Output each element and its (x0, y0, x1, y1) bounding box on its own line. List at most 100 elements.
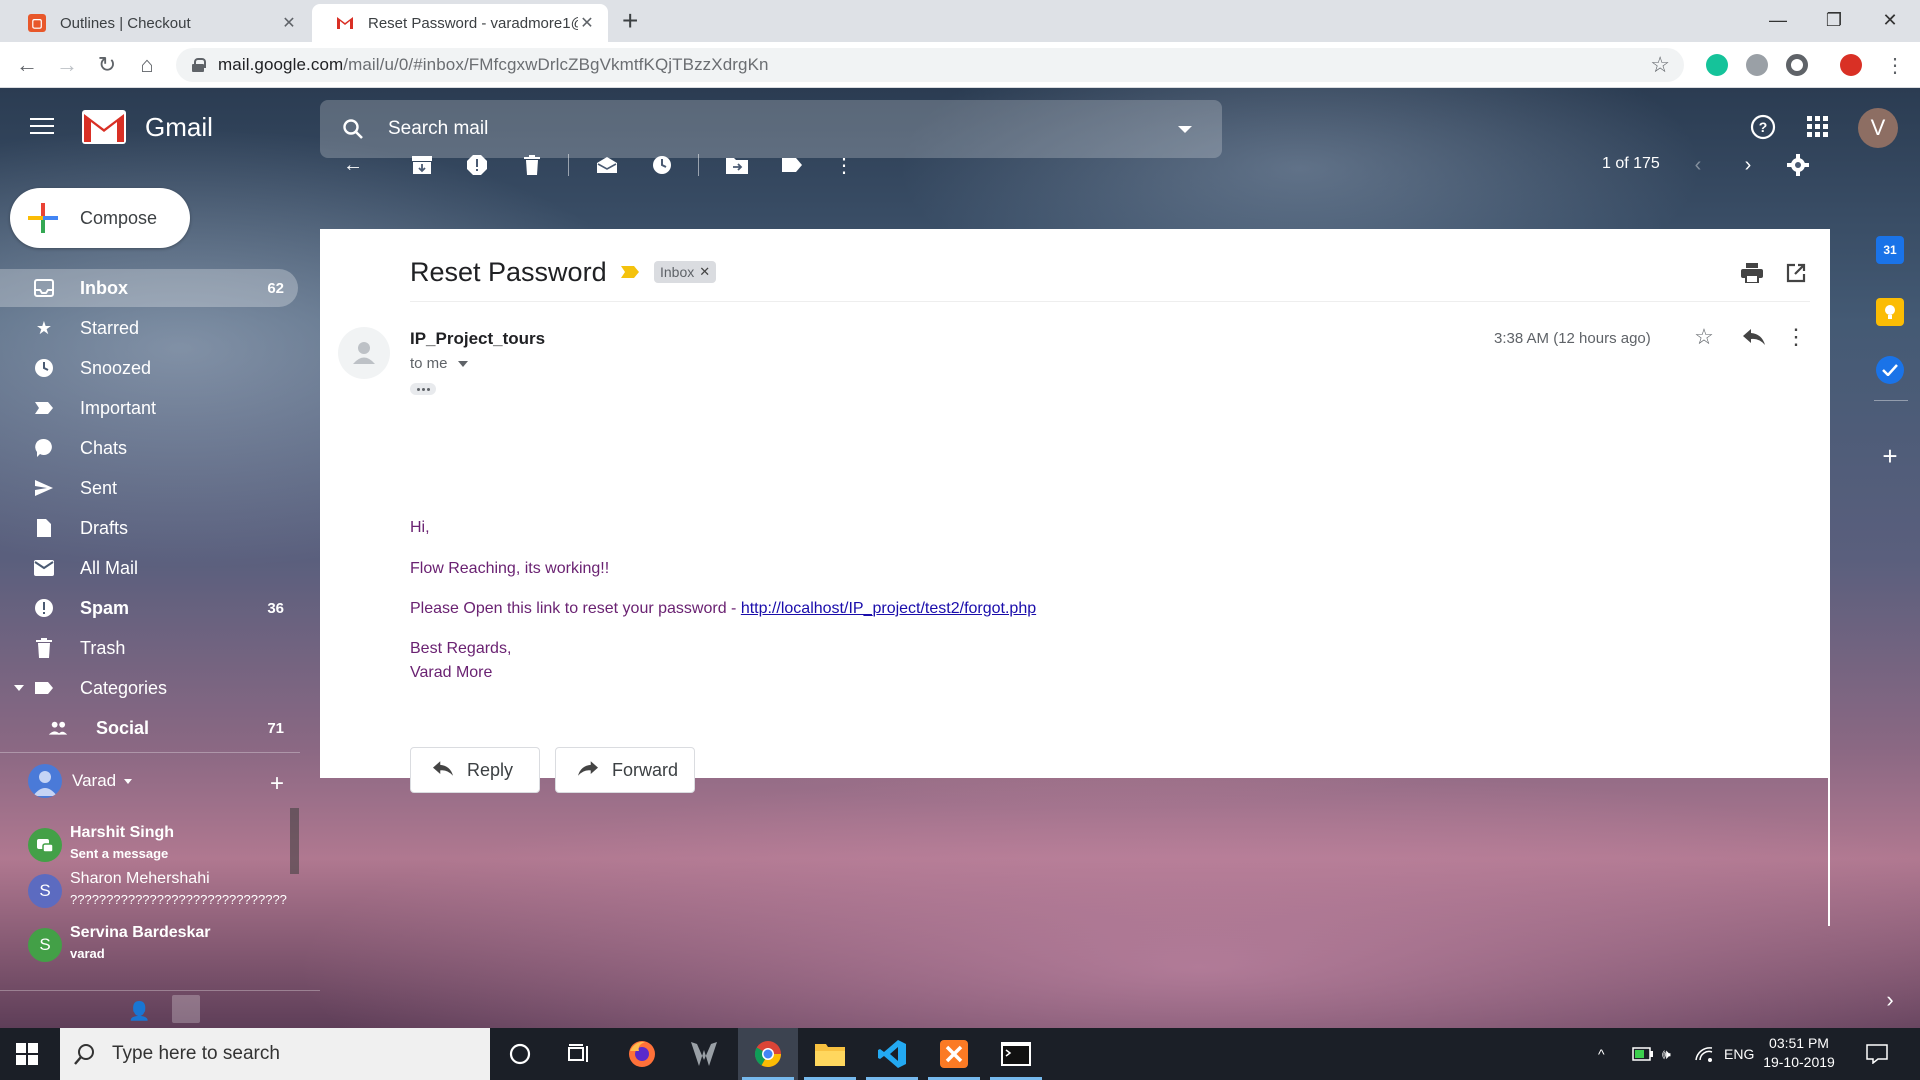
sidebar-item-snoozed[interactable]: Snoozed (0, 349, 298, 387)
expand-caret-icon[interactable] (14, 685, 24, 691)
close-window-button[interactable]: ✕ (1862, 0, 1918, 40)
vscode-icon[interactable] (862, 1028, 922, 1080)
sidebar-item-trash[interactable]: Trash (0, 629, 298, 667)
tab-close-icon[interactable]: ✕ (578, 13, 596, 33)
sidebar-item-sent[interactable]: Sent (0, 469, 298, 507)
input-language[interactable]: ENG (1724, 1028, 1754, 1080)
search-icon[interactable] (342, 118, 364, 140)
sidebar-item-social[interactable]: Social 71 (0, 709, 298, 747)
calendar-icon[interactable]: 31 (1876, 236, 1904, 264)
print-icon[interactable] (1738, 259, 1766, 287)
taskbar-search-input[interactable]: Type here to search (112, 1043, 280, 1065)
recipient-details[interactable]: to me (410, 355, 468, 372)
tasks-icon[interactable] (1876, 356, 1904, 384)
reply-button[interactable]: Reply (410, 747, 540, 793)
extension-icon[interactable] (1746, 54, 1768, 76)
older-chevron-icon[interactable]: › (1733, 150, 1763, 180)
grammarly-extension-icon[interactable] (1706, 54, 1728, 76)
search-options-icon[interactable] (1178, 126, 1192, 133)
open-in-new-window-icon[interactable] (1782, 259, 1810, 287)
settings-gear-icon[interactable] (1783, 150, 1813, 180)
reset-password-link[interactable]: http://localhost/IP_project/test2/forgot… (741, 600, 1036, 617)
bookmark-star-icon[interactable]: ☆ (1650, 52, 1670, 78)
battery-icon[interactable] (1632, 1028, 1654, 1080)
get-addons-plus-icon[interactable]: + (1876, 441, 1904, 471)
compose-button[interactable]: Compose (10, 188, 190, 248)
extension-icon[interactable] (1786, 54, 1808, 76)
remove-label-icon[interactable]: ✕ (699, 264, 710, 280)
new-tab-button[interactable]: + (622, 6, 638, 36)
move-to-icon[interactable] (722, 150, 752, 180)
cortana-icon[interactable] (490, 1028, 550, 1080)
reload-button[interactable]: ↻ (92, 50, 122, 80)
hangouts-chat-icon[interactable] (172, 995, 200, 1023)
contact-item[interactable]: S Servina Bardeskar varad (28, 922, 298, 972)
tab-outlines-checkout[interactable]: ▢ Outlines | Checkout ✕ (4, 4, 310, 42)
label-icon[interactable] (777, 150, 807, 180)
task-view-icon[interactable] (550, 1028, 610, 1080)
new-conversation-button[interactable]: + (270, 770, 284, 798)
email-scrollbar[interactable] (1828, 778, 1830, 926)
wifi-icon[interactable] (1694, 1028, 1714, 1080)
show-hidden-icons-chevron-icon[interactable]: ^ (1598, 1028, 1605, 1080)
address-bar[interactable]: mail.google.com/mail/u/0/#inbox/FMfcgxwD… (176, 48, 1684, 82)
reply-icon[interactable] (1740, 323, 1768, 351)
browser-menu-icon[interactable]: ⋮ (1880, 50, 1910, 80)
forward-button[interactable]: → (52, 50, 82, 80)
sidebar-item-all-mail[interactable]: All Mail (0, 549, 298, 587)
maximize-button[interactable]: ❐ (1806, 0, 1862, 40)
sidebar-item-categories[interactable]: Categories (0, 669, 298, 707)
archive-icon[interactable] (407, 150, 437, 180)
mark-unread-icon[interactable] (592, 150, 622, 180)
forward-button[interactable]: Forward (555, 747, 695, 793)
snooze-icon[interactable] (647, 150, 677, 180)
profile-extension-icon[interactable] (1840, 54, 1862, 76)
sender-name[interactable]: IP_Project_tours (410, 329, 545, 349)
chrome-taskbar-icon[interactable] (738, 1028, 798, 1080)
file-explorer-icon[interactable] (800, 1028, 860, 1080)
tab-close-icon[interactable]: ✕ (280, 13, 298, 33)
minimize-button[interactable]: — (1750, 0, 1806, 40)
contacts-person-icon[interactable]: 👤 (128, 1001, 150, 1022)
tab-reset-password[interactable]: Reset Password - varadmore1@g ✕ (312, 4, 608, 42)
search-input[interactable]: Search mail (388, 118, 488, 140)
back-button[interactable]: ← (12, 50, 42, 80)
home-button[interactable]: ⌂ (132, 50, 162, 80)
firefox-icon[interactable] (612, 1028, 672, 1080)
apps-grid-icon[interactable] (1803, 112, 1833, 142)
show-trimmed-content-button[interactable] (410, 383, 436, 395)
sidebar-item-chats[interactable]: Chats (0, 429, 298, 467)
expand-panel-chevron-icon[interactable]: › (1876, 986, 1904, 1014)
sidebar-item-important[interactable]: Important (0, 389, 298, 427)
game-launcher-icon[interactable] (674, 1028, 734, 1080)
delete-icon[interactable] (517, 150, 547, 180)
windows-start-icon[interactable] (16, 1043, 38, 1065)
contact-item[interactable]: S Sharon Mehershahi ????????????????????… (28, 868, 298, 918)
sidebar-item-inbox[interactable]: Inbox 62 (0, 269, 298, 307)
gmail-logo-icon[interactable] (82, 110, 126, 144)
sidebar-item-drafts[interactable]: Drafts (0, 509, 298, 547)
terminal-icon[interactable] (986, 1028, 1046, 1080)
contact-item[interactable]: Harshit Singh Sent a message (28, 822, 298, 872)
keep-icon[interactable] (1876, 298, 1904, 326)
xampp-icon[interactable] (924, 1028, 984, 1080)
more-actions-icon[interactable]: ⋮ (1782, 323, 1810, 351)
main-menu-icon[interactable] (30, 118, 54, 136)
account-avatar[interactable]: V (1858, 108, 1898, 148)
sidebar-item-spam[interactable]: Spam 36 (0, 589, 298, 627)
notification-center-icon[interactable] (1866, 1028, 1888, 1080)
sidebar-item-starred[interactable]: ★ Starred (0, 309, 298, 347)
inbox-label-chip[interactable]: Inbox ✕ (654, 261, 717, 283)
volume-icon[interactable]: 🕪 (1662, 1028, 1671, 1080)
more-options-icon[interactable]: ⋮ (829, 150, 859, 180)
back-to-inbox-icon[interactable]: ← (338, 150, 368, 180)
newer-chevron-icon[interactable]: ‹ (1683, 150, 1713, 180)
important-marker-icon[interactable] (620, 265, 640, 279)
taskbar-search-box[interactable]: Type here to search (60, 1028, 490, 1080)
system-clock[interactable]: 03:51 PM 19-10-2019 (1754, 1034, 1844, 1072)
hangouts-scrollbar[interactable] (290, 808, 299, 874)
star-icon[interactable]: ☆ (1690, 323, 1718, 351)
help-icon[interactable]: ? (1748, 112, 1778, 142)
search-bar[interactable]: Search mail (320, 100, 1222, 158)
hangouts-user[interactable]: Varad (28, 764, 133, 798)
